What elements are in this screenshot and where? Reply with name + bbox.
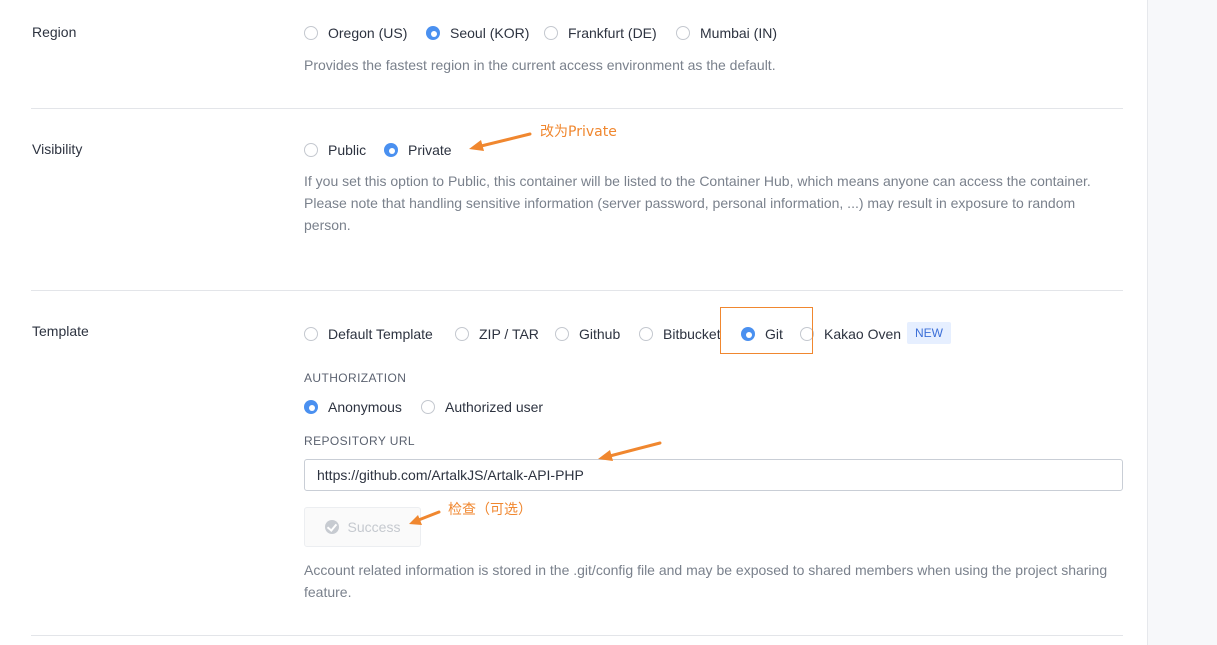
option-label: Github [579, 326, 621, 342]
new-badge: NEW [907, 322, 951, 344]
option-label: Default Template [328, 326, 433, 342]
radio-checked-icon[interactable] [384, 143, 398, 157]
check-repository-button[interactable]: Success [304, 507, 421, 547]
check-annotation-note: 检查（可选） [448, 502, 532, 518]
template-label: Template [32, 323, 89, 339]
radio-icon[interactable] [676, 26, 690, 40]
private-annotation-note: 改为Private [540, 124, 617, 140]
region-option-seoul[interactable]: Seoul (KOR) [426, 23, 529, 43]
visibility-help-text: If you set this option to Public, this c… [304, 170, 1119, 236]
radio-icon[interactable] [304, 143, 318, 157]
option-label: Frankfurt (DE) [568, 25, 657, 41]
check-button-label: Success [347, 519, 401, 535]
option-label: Anonymous [328, 399, 402, 415]
option-label: ZIP / TAR [479, 326, 539, 342]
template-option-default[interactable]: Default Template [304, 324, 433, 344]
git-highlight-box [720, 307, 813, 354]
option-label: Kakao Oven [824, 326, 902, 342]
radio-icon[interactable] [639, 327, 653, 341]
template-help-text: Account related information is stored in… [304, 562, 1108, 600]
visibility-option-private[interactable]: Private [384, 140, 452, 160]
option-label: Authorized user [445, 399, 544, 415]
option-label: Private [408, 142, 452, 158]
visibility-label: Visibility [32, 141, 83, 157]
template-option-github[interactable]: Github [555, 324, 620, 344]
region-option-oregon[interactable]: Oregon (US) [304, 23, 407, 43]
authorization-option-authorized-user[interactable]: Authorized user [421, 397, 543, 417]
option-label: Mumbai (IN) [700, 25, 778, 41]
settings-panel: Region Oregon (US) Seoul (KOR) Frankfurt… [0, 0, 1148, 645]
visibility-help-line: Please note that handling sensitive info… [304, 195, 1076, 233]
region-label: Region [32, 24, 77, 40]
region-option-mumbai[interactable]: Mumbai (IN) [676, 23, 777, 43]
radio-icon[interactable] [304, 26, 318, 40]
option-label: Seoul (KOR) [450, 25, 530, 41]
repository-url-input[interactable] [304, 459, 1123, 491]
authorization-option-anonymous[interactable]: Anonymous [304, 397, 402, 417]
option-label: Oregon (US) [328, 25, 408, 41]
radio-icon[interactable] [555, 327, 569, 341]
repository-url-label: REPOSITORY URL [304, 434, 415, 448]
region-option-frankfurt[interactable]: Frankfurt (DE) [544, 23, 657, 43]
radio-icon[interactable] [421, 400, 435, 414]
region-help-text: Provides the fastest region in the curre… [304, 57, 776, 73]
visibility-help-line: If you set this option to Public, this c… [304, 173, 1091, 189]
authorization-label: AUTHORIZATION [304, 371, 407, 385]
template-option-bitbucket[interactable]: Bitbucket [639, 324, 721, 344]
section-divider [31, 290, 1123, 291]
radio-checked-icon[interactable] [426, 26, 440, 40]
template-option-kakao-oven[interactable]: Kakao Oven [800, 324, 901, 344]
option-label: Public [328, 142, 367, 158]
radio-icon[interactable] [304, 327, 318, 341]
option-label: Bitbucket [663, 326, 721, 342]
section-divider [31, 108, 1123, 109]
radio-checked-icon[interactable] [304, 400, 318, 414]
template-option-zip-tar[interactable]: ZIP / TAR [455, 324, 539, 344]
radio-icon[interactable] [544, 26, 558, 40]
radio-icon[interactable] [455, 327, 469, 341]
visibility-option-public[interactable]: Public [304, 140, 366, 160]
section-divider [31, 635, 1123, 636]
check-circle-icon [324, 520, 339, 534]
